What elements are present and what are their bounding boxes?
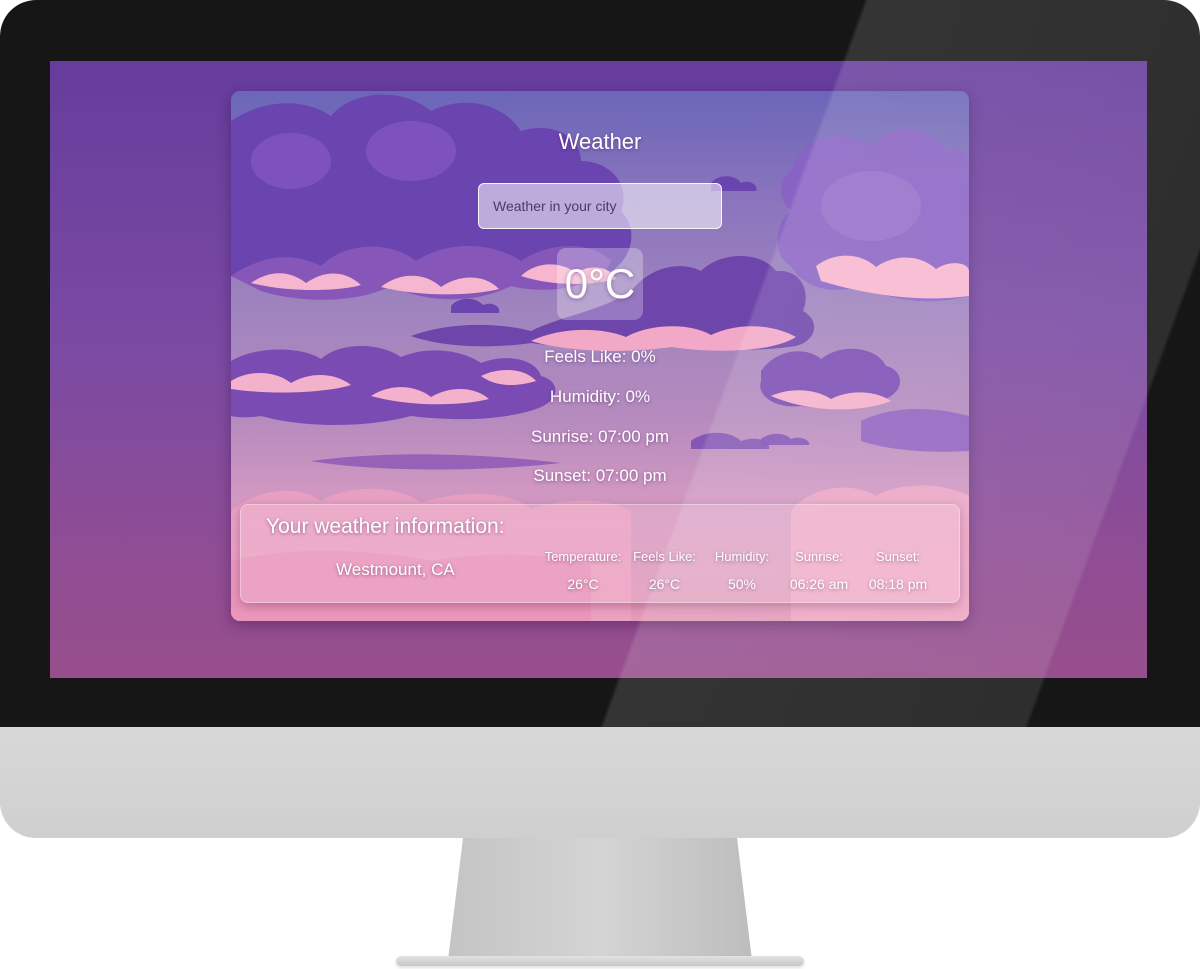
city-search-input[interactable] — [478, 183, 722, 229]
temperature-display: 0°C — [557, 248, 643, 320]
info-column-sunset: Sunset: 08:18 pm — [858, 545, 938, 600]
info-column-feels-like: Feels Like: 26°C — [625, 545, 704, 600]
info-column-value: 08:18 pm — [868, 576, 928, 592]
monitor-bezel: Weather 0°C Feels Like: 0% Humidity: 0% … — [0, 0, 1200, 727]
info-column-label: Humidity: — [714, 549, 770, 564]
humidity-text: Humidity: 0% — [549, 387, 651, 406]
info-column-value: 26°C — [648, 576, 681, 592]
weather-app-card: Weather 0°C Feels Like: 0% Humidity: 0% … — [231, 91, 969, 621]
info-city-name: Westmount, CA — [336, 560, 455, 579]
info-column-temperature: Temperature: 26°C — [541, 545, 625, 600]
info-column-label: Sunrise: — [795, 549, 843, 564]
monitor-stand — [448, 838, 752, 960]
info-column-label: Feels Like: — [633, 549, 696, 564]
monitor-screen: Weather 0°C Feels Like: 0% Humidity: 0% … — [50, 61, 1147, 678]
info-column-value: 06:26 am — [789, 576, 849, 592]
feels-like-text: Feels Like: 0% — [544, 347, 656, 366]
sunset-text: Sunset: 07:00 pm — [533, 466, 667, 485]
weather-info-panel: Your weather information: Westmount, CA … — [240, 504, 960, 603]
info-column-value: 26°C — [567, 576, 599, 592]
info-panel-title: Your weather information: — [266, 515, 505, 538]
info-column-label: Sunset: — [875, 549, 921, 564]
monitor-mockup: Weather 0°C Feels Like: 0% Humidity: 0% … — [0, 0, 1200, 969]
app-title: Weather — [558, 129, 642, 154]
monitor-stand-base — [396, 956, 804, 966]
cloud-top-right — [777, 129, 969, 302]
sunrise-text: Sunrise: 07:00 pm — [531, 427, 669, 446]
info-column-value: 50% — [727, 576, 757, 592]
info-column-humidity: Humidity: 50% — [704, 545, 780, 600]
info-column-sunrise: Sunrise: 06:26 am — [780, 545, 858, 600]
info-columns: Temperature: 26°C Feels Like: 26°C Humid… — [541, 545, 951, 600]
monitor-chin — [0, 727, 1200, 838]
monitor-body: Weather 0°C Feels Like: 0% Humidity: 0% … — [0, 0, 1200, 838]
info-column-label: Temperature: — [544, 549, 622, 564]
